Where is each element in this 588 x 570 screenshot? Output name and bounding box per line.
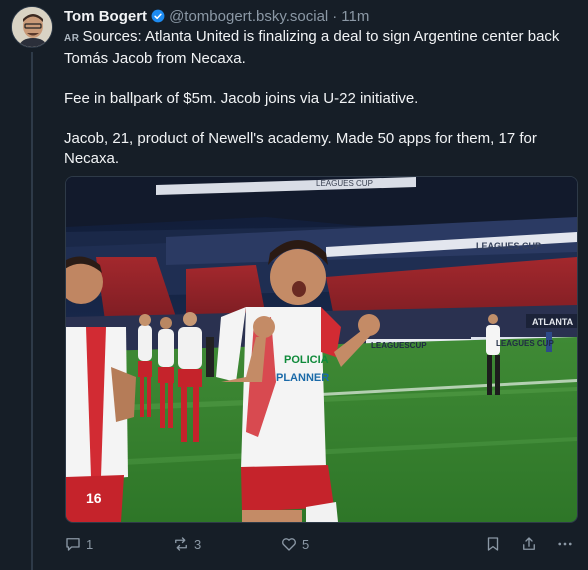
avatar-image — [12, 7, 52, 47]
post-header: Tom Bogert @tombogert.bsky.social · 11m — [64, 6, 369, 26]
roof-banner-text: LEAGUES CUP — [316, 179, 373, 188]
repost-button[interactable]: 3 — [172, 533, 201, 555]
stadium-photo: LEAGUES CUP LEAGUES CUP LEAGUESCUP LEAGU… — [66, 177, 577, 522]
avatar[interactable] — [11, 6, 53, 48]
left-player-number: 16 — [86, 490, 102, 506]
jersey-sponsor-text-2: PLANNER — [276, 372, 329, 384]
comment-icon — [66, 538, 80, 551]
post-actions: 1 3 5 — [64, 533, 580, 555]
thread-line — [31, 52, 33, 570]
post-timestamp[interactable]: 11m — [341, 8, 369, 25]
jersey-sponsor-text: POLICIA — [284, 354, 329, 366]
language-tag: AR — [64, 33, 80, 44]
post-paragraph-1-text: Sources: Atlanta United is finalizing a … — [64, 28, 560, 67]
more-options-button[interactable] — [556, 533, 574, 555]
repost-icon — [175, 537, 187, 551]
like-button[interactable]: 5 — [280, 533, 309, 555]
more-icon — [558, 542, 572, 546]
share-icon — [523, 537, 535, 550]
reply-button[interactable]: 1 — [64, 533, 93, 555]
heart-icon — [282, 538, 296, 551]
share-button[interactable] — [520, 533, 538, 555]
post-paragraph-1: AR Sources: Atlanta United is finalizing … — [64, 27, 574, 69]
upper-banner-text: LEAGUES CUP — [476, 241, 541, 251]
post-text: AR Sources: Atlanta United is finalizing … — [64, 27, 574, 169]
post-paragraph-3: Jacob, 21, product of Newell's academy. … — [64, 130, 537, 167]
post-paragraph-2: Fee in ballpark of $5m. Jacob joins via … — [64, 90, 419, 107]
board-text-1: LEAGUESCUP — [371, 341, 427, 350]
post-image[interactable]: LEAGUES CUP LEAGUES CUP LEAGUESCUP LEAGU… — [65, 176, 578, 523]
bookmark-icon — [487, 537, 499, 551]
verified-badge-icon — [151, 9, 165, 23]
repost-count: 3 — [194, 536, 202, 552]
author-name[interactable]: Tom Bogert — [64, 8, 147, 25]
separator-dot: · — [332, 7, 338, 25]
board-text-2: LEAGUES CUP — [496, 339, 554, 348]
reply-count: 1 — [86, 536, 94, 552]
board-text-atlanta: ATLANTA — [532, 317, 574, 327]
like-count: 5 — [302, 536, 310, 552]
bookmark-button[interactable] — [484, 533, 502, 555]
author-handle[interactable]: @tombogert.bsky.social — [169, 8, 328, 25]
